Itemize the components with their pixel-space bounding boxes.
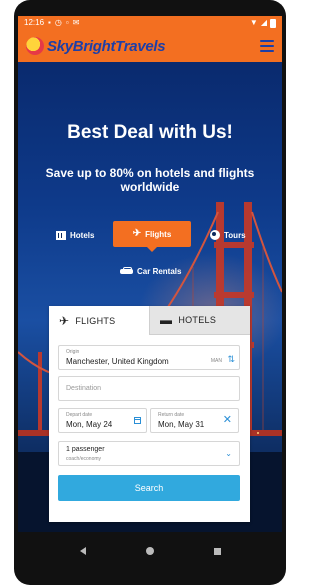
booking-card: ✈ FLIGHTS ▬ HOTELS Origin Manchester, Un… [49, 306, 250, 522]
chevron-down-icon: ⌄ [225, 449, 232, 458]
hero-subtitle: Save up to 80% on hotels and flights wor… [45, 166, 255, 194]
app-header: SkyBrightTravels [18, 30, 282, 62]
destination-field[interactable]: Destination [58, 376, 240, 401]
category-tours[interactable]: Tours [210, 228, 246, 242]
globe-icon [210, 230, 220, 240]
depart-date-value: Mon, May 24 [66, 420, 113, 429]
clock-icon: ◷ [54, 18, 62, 27]
airplane-icon: ✈ [132, 228, 142, 239]
recent-apps-icon[interactable] [213, 547, 221, 555]
booking-tabs: ✈ FLIGHTS ▬ HOTELS [49, 306, 250, 335]
wifi-icon: ▼ [249, 18, 258, 27]
origin-airport-code: MAN [210, 358, 222, 364]
depart-date-label: Depart date [66, 412, 93, 418]
category-hotels[interactable]: Hotels [56, 228, 94, 242]
category-tours-label: Tours [224, 230, 246, 240]
tab-hotels[interactable]: ▬ HOTELS [149, 306, 250, 335]
airplane-icon: ✈ [59, 313, 70, 328]
signal-icon: ◢ [260, 18, 267, 27]
status-bar: 12:16 ▪ ◷ ▫ ✉ ▼ ◢ [18, 16, 282, 30]
category-car-rentals[interactable]: Car Rentals [120, 264, 181, 278]
return-date-field[interactable]: Return date Mon, May 31 ✕ [150, 408, 239, 433]
cabin-class-value: coach/economy [66, 456, 102, 462]
category-hotels-label: Hotels [70, 230, 95, 240]
search-button[interactable]: Search [58, 475, 240, 501]
mail-icon: ✉ [72, 18, 80, 27]
return-date-label: Return date [158, 412, 185, 418]
close-icon[interactable]: ✕ [223, 415, 232, 426]
calendar-icon [134, 417, 141, 424]
sun-logo-icon [26, 37, 44, 55]
tab-flights[interactable]: ✈ FLIGHTS [49, 306, 149, 335]
android-nav-bar [14, 532, 286, 570]
bed-icon: ▬ [160, 313, 173, 327]
app-screen: 12:16 ▪ ◷ ▫ ✉ ▼ ◢ SkyBrightTravels Best … [18, 16, 282, 532]
home-icon[interactable] [145, 547, 154, 555]
tab-hotels-label: HOTELS [178, 315, 217, 325]
lock-icon: ▫ [65, 18, 69, 27]
status-left: 12:16 ▪ ◷ ▫ ✉ [24, 16, 79, 30]
return-date-value: Mon, May 31 [158, 420, 205, 429]
hero-title: Best Deal with Us! [67, 122, 233, 143]
hero-section: Best Deal with Us! Save up to 80% on hot… [18, 62, 282, 532]
origin-label: Origin [66, 349, 80, 355]
tab-flights-label: FLIGHTS [75, 315, 116, 326]
category-flights-label: Flights [145, 229, 172, 239]
passengers-field[interactable]: 1 passenger coach/economy ⌄ [58, 441, 240, 466]
car-icon [120, 267, 133, 275]
battery-icon [270, 18, 276, 28]
hamburger-menu-icon[interactable] [260, 40, 274, 52]
passengers-value: 1 passenger [66, 446, 105, 453]
swap-icon[interactable]: ⇅ [227, 354, 235, 365]
depart-date-field[interactable]: Depart date Mon, May 24 [58, 408, 147, 433]
destination-placeholder: Destination [66, 385, 102, 392]
hotel-building-icon [56, 230, 66, 240]
category-car-rentals-label: Car Rentals [137, 266, 182, 276]
back-icon[interactable] [79, 547, 86, 555]
status-right: ▼ ◢ [250, 16, 276, 30]
status-time: 12:16 [24, 18, 45, 27]
origin-value: Manchester, United Kingdom [66, 357, 169, 366]
sim-icon: ▪ [48, 18, 51, 27]
brand-logo[interactable]: SkyBrightTravels [26, 37, 166, 55]
category-flights[interactable]: ✈ Flights [113, 221, 191, 252]
origin-field[interactable]: Origin Manchester, United Kingdom MAN ⇅ [58, 345, 240, 370]
brand-name: SkyBrightTravels [47, 37, 166, 55]
